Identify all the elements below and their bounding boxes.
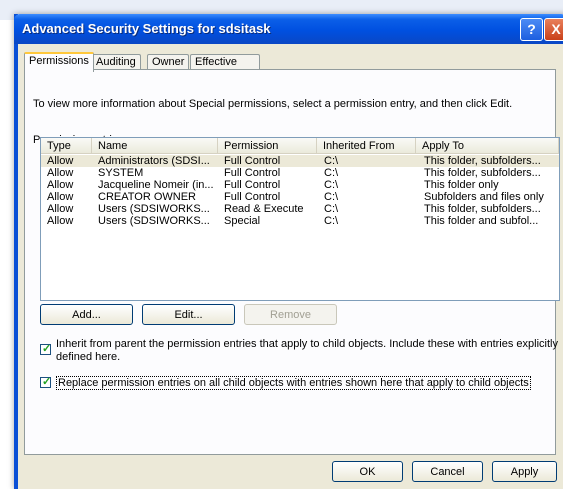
checkmark-icon: ✓ [42,376,52,388]
tab-permissions[interactable]: Permissions [24,52,94,72]
permission-entries-list[interactable]: Type Name Permission Inherited From Appl… [40,137,560,301]
help-button[interactable]: ? [520,18,543,41]
edit-button[interactable]: Edit... [142,304,235,325]
cell-inherited-from: C:\ [324,179,339,191]
column-header-name[interactable]: Name [92,138,218,154]
table-row[interactable]: Allow Users (SDSIWORKS... Read & Execute… [41,203,559,215]
cell-apply-to: This folder and subfol... [424,215,539,227]
column-header-permission[interactable]: Permission [218,138,317,154]
checkmark-icon: ✓ [42,343,52,355]
inherit-label-line1: Inherit from parent the permission entri… [56,338,558,350]
cell-permission: Special [224,215,261,227]
cell-type: Allow [47,179,74,191]
cell-name: Users (SDSIWORKS... [98,203,210,215]
cell-apply-to: This folder, subfolders... [424,167,541,179]
cell-name: Jacqueline Nomeir (in... [98,179,214,191]
ok-button[interactable]: OK [332,461,403,482]
table-row[interactable]: Allow CREATOR OWNER Full Control C:\ Sub… [41,191,559,203]
inherit-checkbox[interactable]: ✓ [40,343,52,355]
apply-button[interactable]: Apply [492,461,557,482]
inherit-label-line2: defined here. [56,351,121,363]
cancel-button[interactable]: Cancel [412,461,483,482]
remove-button[interactable]: Remove [244,304,337,325]
cell-inherited-from: C:\ [324,191,339,203]
cell-permission: Full Control [224,179,281,191]
cell-apply-to: Subfolders and files only [424,191,544,203]
table-row[interactable]: Allow Users (SDSIWORKS... Special C:\ Th… [41,215,559,227]
tab-effective-permissions[interactable]: Effective Permissions [190,54,260,83]
column-header-apply-to[interactable]: Apply To [416,138,559,154]
cell-type: Allow [47,167,74,179]
cell-apply-to: This folder, subfolders... [424,203,541,215]
info-text: To view more information about Special p… [33,98,513,110]
cell-name: SYSTEM [98,167,144,179]
cell-inherited-from: C:\ [324,155,339,167]
column-header-inherited-from[interactable]: Inherited From [317,138,416,154]
cell-inherited-from: C:\ [324,215,339,227]
cell-apply-to: This folder, subfolders... [424,155,541,167]
add-button[interactable]: Add... [40,304,133,325]
cell-permission: Full Control [224,191,281,203]
replace-label: Replace permission entries on all child … [56,376,531,390]
cell-permission: Full Control [224,167,281,179]
cell-permission: Full Control [224,155,281,167]
cell-type: Allow [47,215,74,227]
tab-auditing[interactable]: Auditing [91,54,141,70]
cell-name: Users (SDSIWORKS... [98,215,210,227]
table-row[interactable]: Allow SYSTEM Full Control C:\ This folde… [41,167,559,179]
table-row[interactable]: Allow Administrators (SDSI... Full Contr… [41,155,559,167]
cell-permission: Read & Execute [224,203,304,215]
replace-checkbox[interactable]: ✓ [40,376,52,388]
cell-apply-to: This folder only [424,179,499,191]
table-row[interactable]: Allow Jacqueline Nomeir (in... Full Cont… [41,179,559,191]
column-header-type[interactable]: Type [41,138,92,154]
cell-name: Administrators (SDSI... [98,155,210,167]
cell-type: Allow [47,191,74,203]
close-button[interactable]: X [544,18,563,41]
cell-type: Allow [47,155,74,167]
title-bar[interactable]: Advanced Security Settings for sdsitask … [14,14,563,44]
tab-owner[interactable]: Owner [147,54,190,70]
cell-name: CREATOR OWNER [98,191,196,203]
window-title: Advanced Security Settings for sdsitask [22,21,271,36]
cell-inherited-from: C:\ [324,167,339,179]
cell-type: Allow [47,203,74,215]
cell-inherited-from: C:\ [324,203,339,215]
